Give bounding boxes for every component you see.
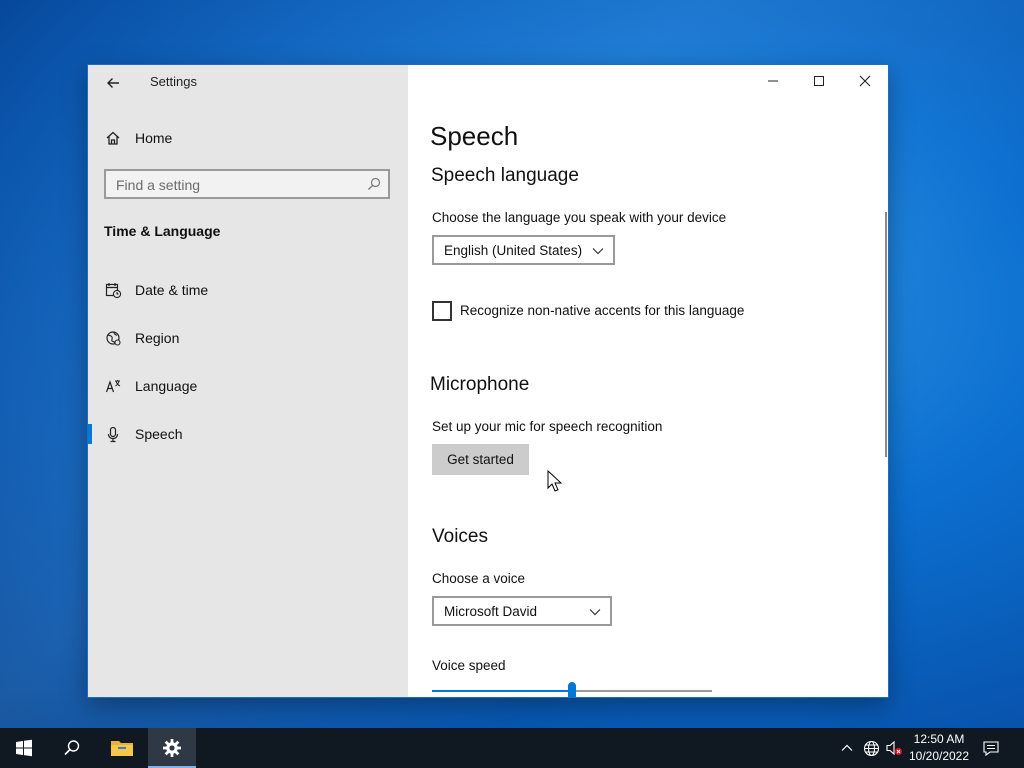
search-box[interactable] [104,169,390,199]
notification-icon [983,741,999,757]
show-hidden-icons-button[interactable] [838,739,856,757]
chevron-down-icon [588,605,602,619]
close-icon [859,75,871,87]
non-native-accents-checkbox[interactable] [432,301,452,321]
chevron-up-icon [841,744,853,751]
calendar-clock-icon [104,281,122,299]
speaker-muted-icon [886,740,902,756]
voice-dropdown[interactable]: Microsoft David [432,596,612,626]
sidebar-item-label: Speech [135,426,183,442]
sidebar-item-home[interactable]: Home [88,118,408,158]
gear-icon [163,739,181,757]
network-button[interactable] [862,739,880,757]
get-started-button[interactable]: Get started [432,444,529,475]
mouse-cursor-icon [547,470,563,492]
sidebar-item-label: Home [135,130,173,146]
search-icon [64,740,80,756]
back-button[interactable] [102,72,124,94]
sidebar: Settings Home Time & Language Date & tim… [88,65,408,697]
category-heading: Time & Language [104,223,221,239]
minimize-button[interactable] [750,65,796,97]
slider-thumb[interactable] [568,682,576,697]
action-center-button[interactable] [982,739,1000,757]
close-button[interactable] [842,65,888,97]
scrollbar[interactable] [885,212,887,457]
start-button[interactable] [0,728,48,768]
sidebar-item-label: Region [135,330,180,346]
microphone-heading: Microphone [430,374,530,395]
sidebar-item-label: Language [135,378,198,394]
voice-speed-slider[interactable] [432,682,712,697]
app-title: Settings [150,74,197,89]
globe-icon [863,740,879,756]
sidebar-item-label: Date & time [135,282,209,298]
language-icon [104,377,122,395]
sidebar-item-language[interactable]: Language [88,366,408,406]
search-input[interactable] [106,171,368,199]
sidebar-item-date-time[interactable]: Date & time [88,270,408,310]
search-icon[interactable] [366,176,382,192]
maximize-button[interactable] [796,65,842,97]
page-title: Speech [430,121,519,151]
dropdown-value: Microsoft David [444,603,538,619]
settings-window: Settings Home Time & Language Date & tim… [88,65,888,697]
clock-time: 12:50 AM [913,732,965,746]
voices-heading: Voices [432,526,488,547]
speech-language-description: Choose the language you speak with your … [432,210,727,225]
taskbar-search-button[interactable] [48,728,96,768]
main-content: Speech Speech language Choose the langua… [408,65,888,697]
back-arrow-icon [107,78,119,88]
file-explorer-button[interactable] [98,728,146,768]
microphone-icon [104,425,122,443]
speech-language-dropdown[interactable]: English (United States) [432,235,615,265]
dropdown-value: English (United States) [444,242,583,258]
microphone-description: Set up your mic for speech recognition [432,419,663,434]
taskbar-clock[interactable]: 12:50 AM 10/20/2022 [905,731,973,765]
choose-voice-label: Choose a voice [432,571,526,586]
checkbox-label: Recognize non-native accents for this la… [460,303,745,318]
slider-fill [432,690,572,692]
chevron-down-icon [591,244,605,258]
clock-date: 10/20/2022 [908,749,970,763]
minimize-icon [768,80,778,82]
taskbar: 12:50 AM 10/20/2022 [0,728,1024,768]
sidebar-item-region[interactable]: Region [88,318,408,358]
voice-speed-label: Voice speed [432,658,506,673]
sidebar-item-speech[interactable]: Speech [88,414,408,454]
speech-language-heading: Speech language [431,165,579,186]
settings-taskbar-button[interactable] [148,728,196,768]
home-icon [104,129,122,147]
folder-icon [111,741,133,756]
windows-logo-icon [16,739,32,757]
globe-icon [104,329,122,347]
maximize-icon [814,76,824,86]
volume-button[interactable] [885,739,903,757]
